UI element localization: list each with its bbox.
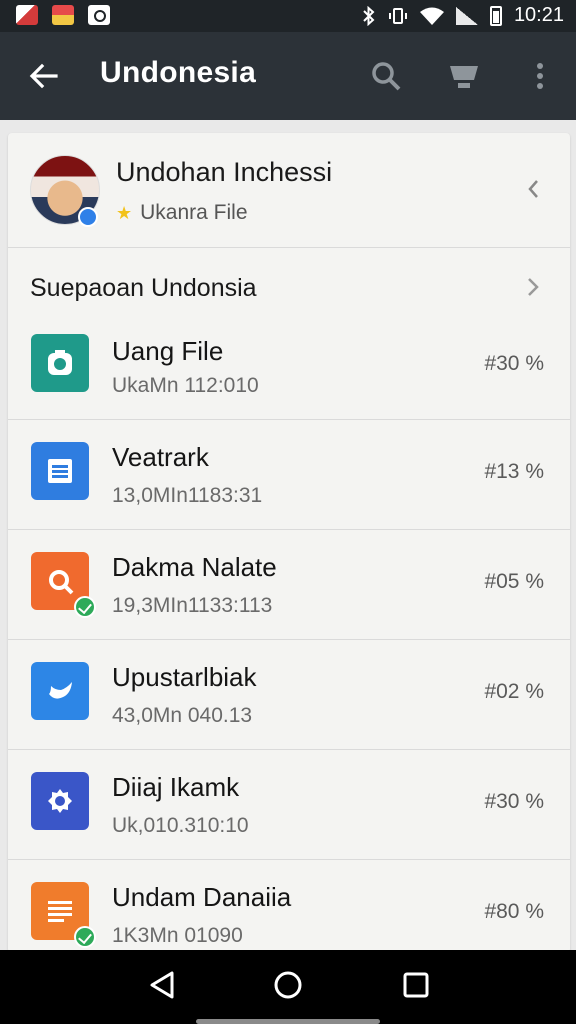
camera-icon	[31, 334, 89, 392]
star-icon: ★	[116, 202, 133, 223]
gesture-handle[interactable]	[196, 1019, 380, 1024]
battery-icon	[489, 5, 502, 26]
list-item[interactable]: Undam Danaiia 1K3Mn 01090 #80 %	[8, 860, 570, 953]
recents-square-icon[interactable]	[399, 968, 433, 1002]
search-icon[interactable]	[368, 58, 404, 94]
status-time: 10:21	[513, 4, 564, 26]
signal-icon	[455, 6, 478, 25]
item-title: Dakma Nalate	[112, 552, 277, 582]
item-subtitle: 1K3Mn 01090	[112, 924, 243, 947]
more-vert-icon[interactable]	[522, 58, 558, 94]
bird-icon	[31, 662, 89, 720]
list-item[interactable]: Diiaj Ikamk Uk,010.310:10 #30 %	[8, 750, 570, 860]
section-header[interactable]: Suepaoan Undonsia	[8, 248, 570, 328]
item-title: Veatrark	[112, 442, 209, 472]
notification-camera-icon	[88, 5, 110, 25]
status-bar: 10:21	[0, 0, 576, 32]
system-icons: 10:21	[362, 4, 564, 27]
list-item[interactable]: Uang File UkaMn 112:010 #30 %	[8, 328, 570, 420]
item-subtitle: Uk,010.310:10	[112, 814, 249, 837]
back-triangle-icon[interactable]	[146, 968, 180, 1002]
item-title: Uang File	[112, 336, 224, 366]
item-subtitle: 19,3MIn1133:113	[112, 594, 273, 617]
list-item[interactable]: Veatrark 13,0MIn1183:31 #13 %	[8, 420, 570, 530]
notification-icons	[16, 5, 110, 25]
chevron-right-icon[interactable]	[522, 276, 544, 298]
verified-badge-icon	[78, 207, 98, 227]
item-percent: #30 %	[484, 790, 544, 813]
cart-icon[interactable]	[446, 58, 482, 94]
navigation-bar	[0, 950, 576, 1024]
arrow-left-icon[interactable]	[26, 58, 62, 94]
app-bar: Undonesia	[0, 32, 576, 120]
notification-app-icon	[16, 5, 38, 25]
list-item[interactable]: Dakma Nalate 19,3MIn1133:113 #05 %	[8, 530, 570, 640]
bluetooth-icon	[363, 5, 375, 26]
chevron-left-icon[interactable]	[522, 177, 546, 201]
vibrate-icon	[388, 7, 407, 24]
item-percent: #02 %	[484, 680, 544, 703]
item-percent: #80 %	[484, 900, 544, 923]
profile-name: Undohan Inchessi	[116, 157, 333, 187]
check-icon	[74, 926, 96, 948]
item-title: Diiaj Ikamk	[112, 772, 240, 802]
section-title: Suepaoan Undonsia	[30, 274, 257, 302]
item-percent: #05 %	[484, 570, 544, 593]
item-subtitle: 13,0MIn1183:31	[112, 484, 263, 507]
home-circle-icon[interactable]	[271, 968, 305, 1002]
list-item[interactable]: Upustarlbiak 43,0Mn 040.13 #02 %	[8, 640, 570, 750]
profile-row[interactable]: Undohan Inchessi ★ Ukanra File	[8, 133, 570, 248]
item-percent: #30 %	[484, 352, 544, 375]
item-subtitle: UkaMn 112:010	[112, 374, 259, 397]
notification-app-icon	[52, 5, 74, 25]
item-title: Undam Danaiia	[112, 882, 292, 912]
content-card: Undohan Inchessi ★ Ukanra File Suepaoan …	[8, 133, 570, 953]
page-title: Undonesia	[100, 56, 257, 89]
wifi-icon	[419, 7, 444, 25]
profile-subtitle-text: Ukanra File	[140, 201, 248, 224]
check-icon	[74, 596, 96, 618]
document-icon	[31, 442, 89, 500]
item-subtitle: 43,0Mn 040.13	[112, 704, 253, 727]
profile-subtitle: ★ Ukanra File	[116, 201, 248, 225]
item-title: Upustarlbiak	[112, 662, 257, 692]
item-percent: #13 %	[484, 460, 544, 483]
gear-icon	[31, 772, 89, 830]
